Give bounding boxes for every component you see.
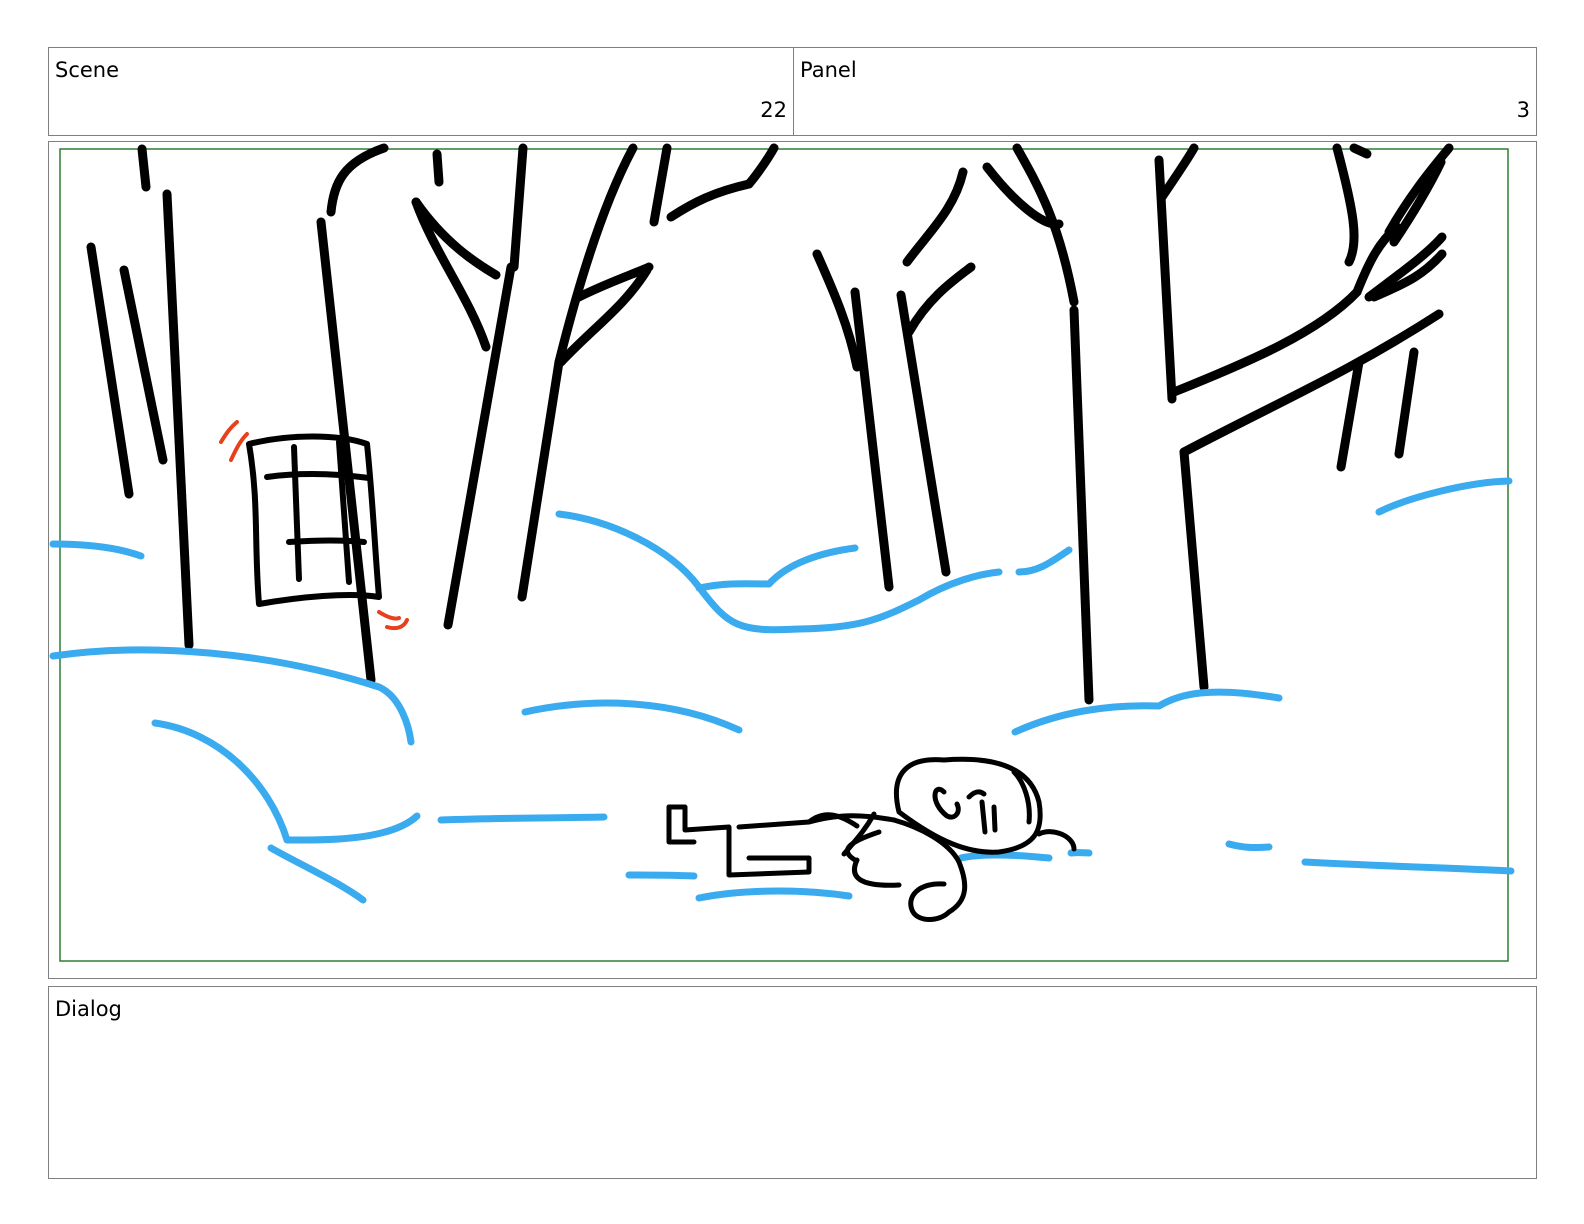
safe-area-border [59,148,1509,962]
storyboard-frame [48,141,1537,979]
header-bar: Scene 22 Panel 3 [48,47,1537,136]
scene-label: Scene [55,58,120,82]
panel-number: 3 [1516,98,1530,122]
scene-cell: Scene 22 [49,48,794,135]
sketch-drawing [49,143,1515,962]
snow-drifts [49,477,1515,904]
dialog-box: Dialog [48,986,1537,1179]
tree-trunks [86,143,1454,705]
panel-cell: Panel 3 [794,48,1536,135]
panel-label: Panel [800,58,857,82]
dialog-label: Dialog [55,997,122,1021]
scene-number: 22 [760,98,787,122]
